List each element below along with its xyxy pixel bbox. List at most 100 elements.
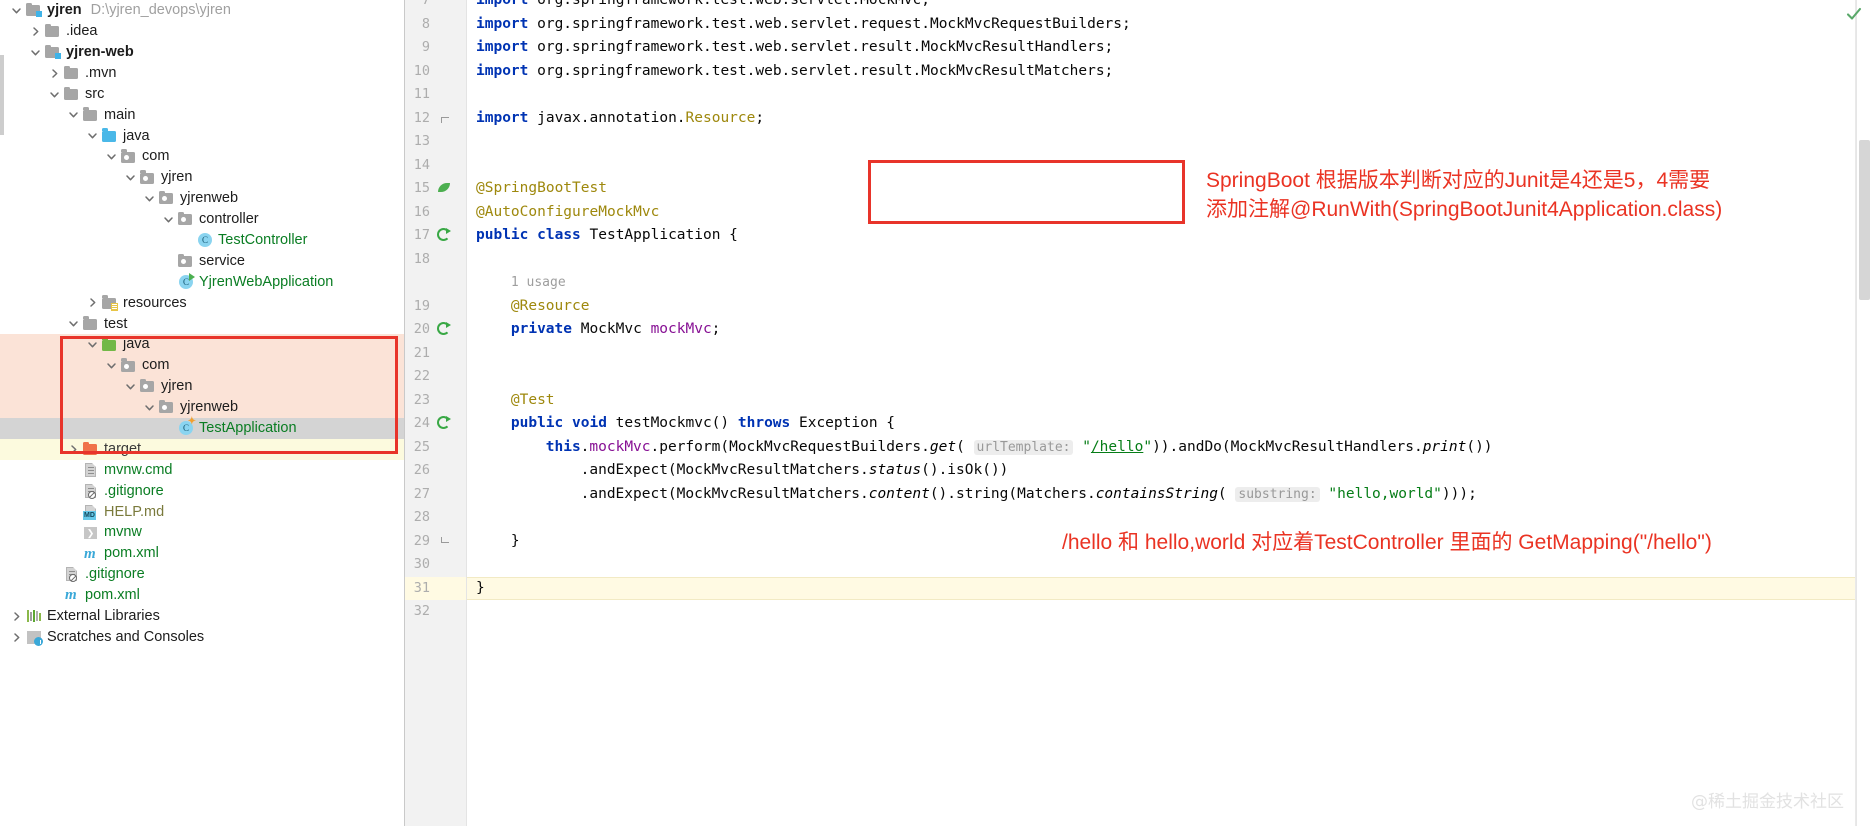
chevron-down-icon[interactable] — [67, 317, 80, 330]
chevron-down-icon[interactable] — [67, 108, 80, 121]
code-token: ().string(Matchers. — [929, 485, 1096, 502]
chevron-right-icon[interactable] — [29, 25, 42, 38]
project-file-tree[interactable]: yjren D:\yjren_devops\yjren .idea yjren-web… — [0, 0, 404, 648]
tree-row--mvn[interactable]: .mvn — [0, 63, 404, 84]
tree-row-yjren[interactable]: yjren D:\yjren_devops\yjren — [0, 0, 404, 21]
tree-row-mvnw-cmd[interactable]: mvnw.cmd — [0, 460, 404, 481]
code-line[interactable]: public class TestApplication { — [476, 224, 738, 248]
tree-row-yjrenweb[interactable]: yjrenweb — [0, 188, 404, 209]
tree-row-yjrenweb[interactable]: yjrenweb — [0, 396, 404, 418]
tree-row-yjren[interactable]: yjren — [0, 167, 404, 188]
chevron-right-icon[interactable] — [10, 631, 23, 644]
code-token: )).andDo(MockMvcResultHandlers. — [1152, 438, 1423, 455]
code-token: print — [1422, 438, 1467, 455]
code-token: import — [476, 0, 529, 8]
code-line[interactable]: import javax.annotation.Resource; — [476, 107, 764, 131]
chevron-down-icon[interactable] — [143, 192, 156, 205]
chevron-right-icon[interactable] — [67, 443, 80, 456]
tree-row-com[interactable]: com — [0, 355, 404, 377]
gutter-line-number: 12 — [413, 109, 430, 126]
parameter-hint: urlTemplate: — [973, 439, 1074, 455]
tree-row--idea[interactable]: .idea — [0, 21, 404, 42]
code-editor[interactable]: 7 8 9 10 11 12 13 14 15 16 17 18 19 20 21 22 23 24 25 26 27 2… — [405, 0, 1872, 826]
tree-row-label: target — [104, 440, 142, 457]
package-icon — [139, 378, 156, 394]
code-token: .perform(MockMvcRequestBuilders. — [650, 438, 930, 455]
code-line[interactable]: 1 usage — [511, 271, 566, 295]
tree-row--gitignore[interactable]: .gitignore — [0, 480, 404, 501]
chevron-down-icon[interactable] — [162, 213, 175, 226]
tree-row-scratches-and-consoles[interactable]: Scratches and Consoles — [0, 627, 404, 648]
code-line[interactable]: .andExpect(MockMvcResultMatchers.content… — [581, 483, 1477, 507]
chevron-right-icon[interactable] — [48, 67, 61, 80]
chevron-down-icon[interactable] — [143, 401, 156, 414]
editor-scrollbar-thumb[interactable] — [1859, 140, 1870, 300]
code-fold-marker-icon[interactable] — [435, 530, 455, 554]
checkmark-ok-icon[interactable] — [1845, 5, 1863, 23]
tree-row-controller[interactable]: controller — [0, 209, 404, 230]
chevron-down-icon[interactable] — [105, 150, 118, 163]
code-fold-marker-icon[interactable] — [435, 107, 455, 131]
tree-row-src[interactable]: src — [0, 84, 404, 105]
code-line[interactable]: @Resource — [511, 295, 590, 319]
tree-row-help-md[interactable]: MD HELP.md — [0, 501, 404, 522]
code-line[interactable]: .andExpect(MockMvcResultMatchers.status(… — [581, 459, 1009, 483]
code-line[interactable]: import org.springframework.test.web.serv… — [476, 0, 930, 13]
gutter-line-number: 26 — [413, 462, 430, 478]
code-line[interactable]: this.mockMvc.perform(MockMvcRequestBuild… — [546, 436, 1493, 460]
chevron-down-icon[interactable] — [86, 338, 99, 351]
chevron-right-icon[interactable] — [10, 610, 23, 623]
tree-row-main[interactable]: main — [0, 104, 404, 125]
chevron-down-icon[interactable] — [10, 4, 23, 17]
code-line[interactable]: } — [476, 577, 485, 601]
editor-gutter[interactable]: 7 8 9 10 11 12 13 14 15 16 17 18 19 20 21 22 23 24 25 26 27 2… — [405, 0, 467, 826]
tree-row-yjren[interactable]: yjren — [0, 376, 404, 397]
code-line[interactable]: import org.springframework.test.web.serv… — [476, 13, 1131, 37]
code-line[interactable]: @AutoConfigureMockMvc — [476, 201, 659, 225]
chevron-down-icon[interactable] — [48, 88, 61, 101]
editor-code-area[interactable]: import org.springframework.test.web.serv… — [467, 0, 1872, 826]
tree-row-service[interactable]: service — [0, 251, 404, 272]
chevron-right-icon[interactable] — [86, 296, 99, 309]
tree-row-label: YjrenWebApplication — [199, 273, 334, 290]
chevron-down-icon[interactable] — [29, 46, 42, 59]
code-line[interactable]: @Test — [511, 389, 555, 413]
gutter-line-number: 31 — [413, 579, 430, 596]
chevron-down-icon[interactable] — [105, 359, 118, 372]
code-token: import — [476, 62, 529, 79]
tree-row-external-libraries[interactable]: External Libraries — [0, 606, 404, 627]
code-line[interactable]: @SpringBootTest — [476, 177, 607, 201]
tree-row-pom-xml[interactable]: m pom.xml — [0, 585, 404, 606]
tree-row-resources[interactable]: resources — [0, 292, 404, 313]
tree-row-java[interactable]: java — [0, 334, 404, 356]
tree-row-testcontroller[interactable]: C TestController — [0, 230, 404, 251]
tree-row-mvnw[interactable]: ❯ mvnw — [0, 522, 404, 543]
tree-row-test[interactable]: test — [0, 313, 404, 334]
project-tool-window[interactable]: yjren D:\yjren_devops\yjren .idea yjren-web… — [0, 0, 405, 826]
spring-bean-leaf-icon[interactable] — [435, 177, 455, 201]
run-test-gutter-icon[interactable] — [435, 318, 455, 342]
current-line-highlight — [467, 576, 1872, 600]
tree-row-com[interactable]: com — [0, 146, 404, 167]
tree-row--gitignore[interactable]: .gitignore — [0, 564, 404, 585]
tree-row-yjrenwebapplication[interactable]: C YjrenWebApplication — [0, 272, 404, 293]
tree-row-yjren-web[interactable]: yjren-web — [0, 42, 404, 63]
chevron-down-icon[interactable] — [86, 129, 99, 142]
code-line[interactable]: } — [511, 530, 520, 554]
tree-row-label: controller — [199, 211, 259, 228]
code-line[interactable]: private MockMvc mockMvc; — [511, 318, 721, 342]
run-test-gutter-icon[interactable] — [435, 412, 455, 436]
tree-row-testapplication[interactable]: C ✦ TestApplication — [0, 417, 404, 439]
tree-row-java[interactable]: java — [0, 125, 404, 146]
run-test-gutter-icon[interactable] — [435, 224, 455, 248]
external-libraries-icon — [25, 608, 42, 624]
code-line[interactable]: public void testMockmvc() throws Excepti… — [511, 412, 895, 436]
chevron-down-icon[interactable] — [124, 380, 137, 393]
code-line[interactable]: import org.springframework.test.web.serv… — [476, 60, 1113, 84]
tree-row-target[interactable]: target — [0, 438, 404, 460]
code-line[interactable]: import org.springframework.test.web.serv… — [476, 36, 1113, 60]
chevron-down-icon[interactable] — [124, 171, 137, 184]
tree-row-pom-xml[interactable]: m pom.xml — [0, 543, 404, 564]
error-stripe[interactable] — [1856, 0, 1872, 826]
